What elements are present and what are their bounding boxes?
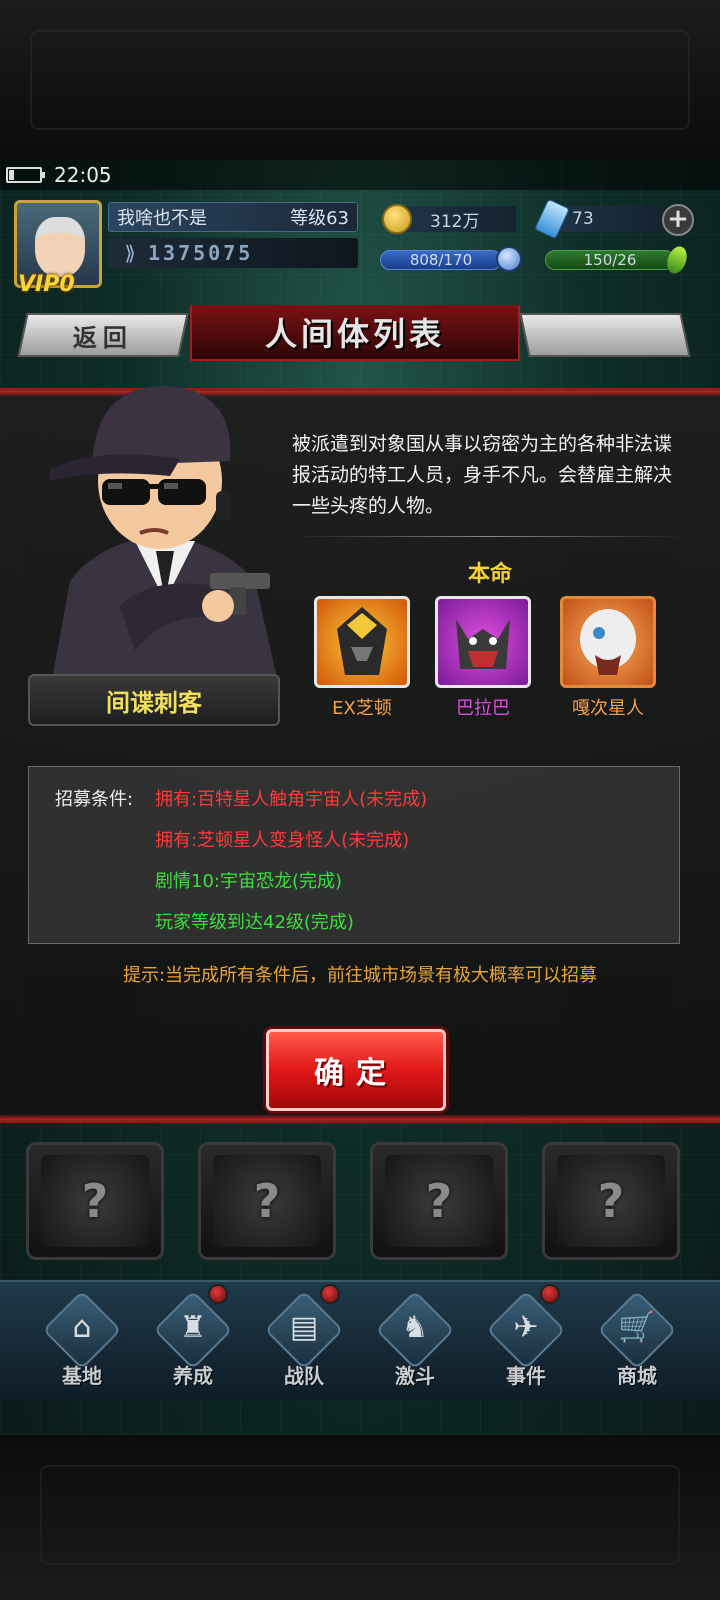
power-bar: ⟫ 1375075: [108, 238, 358, 268]
balaba-portrait: [435, 596, 531, 688]
energy-value: 150/26: [583, 251, 637, 269]
condition-item: 拥有:百特星人触角宇宙人(未完成): [155, 789, 428, 810]
cart-icon: 🛒: [618, 1310, 656, 1345]
energy-bar: 150/26: [545, 250, 675, 270]
recruit-label: 招募条件:: [55, 789, 134, 810]
question-mark-icon: ?: [81, 1174, 109, 1228]
player-name: 我啥也不是: [117, 208, 207, 229]
condition-item: 玩家等级到达42级(完成): [155, 912, 354, 933]
nav-item-base[interactable]: ⌂ 基地: [34, 1290, 130, 1392]
nav-item-event[interactable]: ✈ 事件: [478, 1290, 574, 1392]
clock: 22:05: [54, 163, 112, 187]
fate-card-gatsu[interactable]: 嘎次星人: [560, 596, 656, 720]
stamina-bar: 808/170: [380, 250, 502, 270]
recruit-modal: 间谍刺客 被派遣到对象国从事以窃密为主的各种非法谍报活动的特工人员，身手不凡。会…: [0, 386, 720, 1123]
locked-slot[interactable]: ?: [26, 1142, 164, 1260]
fate-label: 本命: [467, 562, 512, 587]
question-mark-icon: ?: [597, 1174, 625, 1228]
fate-name: EX芝顿: [332, 698, 392, 719]
diamond-value: 73: [572, 209, 594, 229]
energy-leaf-icon: [663, 243, 691, 277]
page-title: 人间体列表: [264, 315, 445, 353]
character-description: 被派遣到对象国从事以窃密为主的各种非法谍报活动的特工人员，身手不凡。会替雇主解决…: [292, 433, 673, 517]
stamina-value: 808/170: [409, 251, 473, 269]
trophy-icon: ♜: [179, 1310, 207, 1345]
nav-label: 战队: [284, 1364, 324, 1388]
device-top-frame: [0, 0, 720, 160]
nav-label: 基地: [62, 1364, 102, 1388]
nav-label: 商城: [617, 1364, 657, 1388]
power-value: 1375075: [148, 241, 254, 265]
gold-value: 312万: [430, 211, 480, 232]
player-namebar: 我啥也不是 等级63: [108, 202, 358, 232]
gatsu-portrait: [560, 596, 656, 688]
confirm-button-label: 确定: [314, 1056, 398, 1091]
character-name-plate: 间谍刺客: [28, 674, 280, 726]
notification-dot: [540, 1284, 560, 1304]
nav-item-battle[interactable]: ♞ 激斗: [367, 1290, 463, 1392]
bottom-nav: ⌂ 基地 ♜ 养成 ▤ 战队 ♞ 激斗 ✈ 事件 🛒 商城: [0, 1280, 720, 1400]
gold-coin-icon: [382, 204, 412, 234]
ex-zetton-portrait: [314, 596, 410, 688]
add-currency-button[interactable]: +: [662, 204, 694, 236]
nav-item-shop[interactable]: 🛒 商城: [589, 1290, 685, 1392]
vip-badge: VIP0: [18, 272, 75, 297]
event-icon: ✈: [513, 1310, 539, 1345]
notification-dot: [320, 1284, 340, 1304]
notification-dot: [208, 1284, 228, 1304]
spy-assassin-portrait: [50, 386, 280, 691]
diamond-icon: [533, 198, 571, 240]
fate-card-balaba[interactable]: 巴拉巴: [435, 596, 531, 720]
nav-label: 养成: [173, 1364, 213, 1388]
question-mark-icon: ?: [253, 1174, 281, 1228]
battery-icon: [6, 167, 45, 183]
fate-name: 嘎次星人: [572, 698, 644, 719]
status-bar: 22:05: [0, 160, 720, 190]
back-button-label: 返回: [73, 323, 133, 352]
nav-item-team[interactable]: ▤ 战队: [256, 1290, 352, 1392]
condition-item: 拥有:芝顿星人变身怪人(未完成): [155, 830, 410, 851]
fate-card-ex-zetton[interactable]: EX芝顿: [314, 596, 410, 720]
condition-item: 剧情10:宇宙恐龙(完成): [155, 871, 343, 892]
nav-item-develop[interactable]: ♜ 养成: [145, 1290, 241, 1392]
locked-slot[interactable]: ?: [542, 1142, 680, 1260]
right-tab-button[interactable]: [519, 313, 691, 357]
recruit-tip: 提示:当完成所有条件后，前往城市场景有极大概率可以招募: [122, 965, 598, 986]
question-mark-icon: ?: [425, 1174, 453, 1228]
locked-slot[interactable]: ?: [198, 1142, 336, 1260]
cards-icon: ▤: [289, 1310, 319, 1345]
recruit-conditions-box: 招募条件: 拥有:百特星人触角宇宙人(未完成) 拥有:芝顿星人变身怪人(未完成)…: [28, 766, 680, 944]
character-name: 间谍刺客: [106, 688, 202, 717]
confirm-button[interactable]: 确定: [266, 1029, 446, 1111]
locked-slot[interactable]: ?: [370, 1142, 508, 1260]
nav-label: 激斗: [395, 1364, 435, 1388]
fate-name: 巴拉巴: [456, 698, 510, 719]
device-bottom-frame: [0, 1435, 720, 1600]
fighter-icon: ♞: [401, 1310, 429, 1345]
game-screen: 22:05 VIP0 我啥也不是 等级63 ⟫ 1375075 312万 73 …: [0, 160, 720, 1435]
divider: [292, 536, 687, 537]
power-icon: ⟫: [124, 241, 136, 265]
base-icon: ⌂: [72, 1310, 92, 1345]
stamina-orb-icon: [496, 246, 522, 272]
gold-display: 312万: [396, 206, 516, 232]
player-level: 等级63: [290, 208, 349, 229]
nav-label: 事件: [506, 1364, 546, 1388]
